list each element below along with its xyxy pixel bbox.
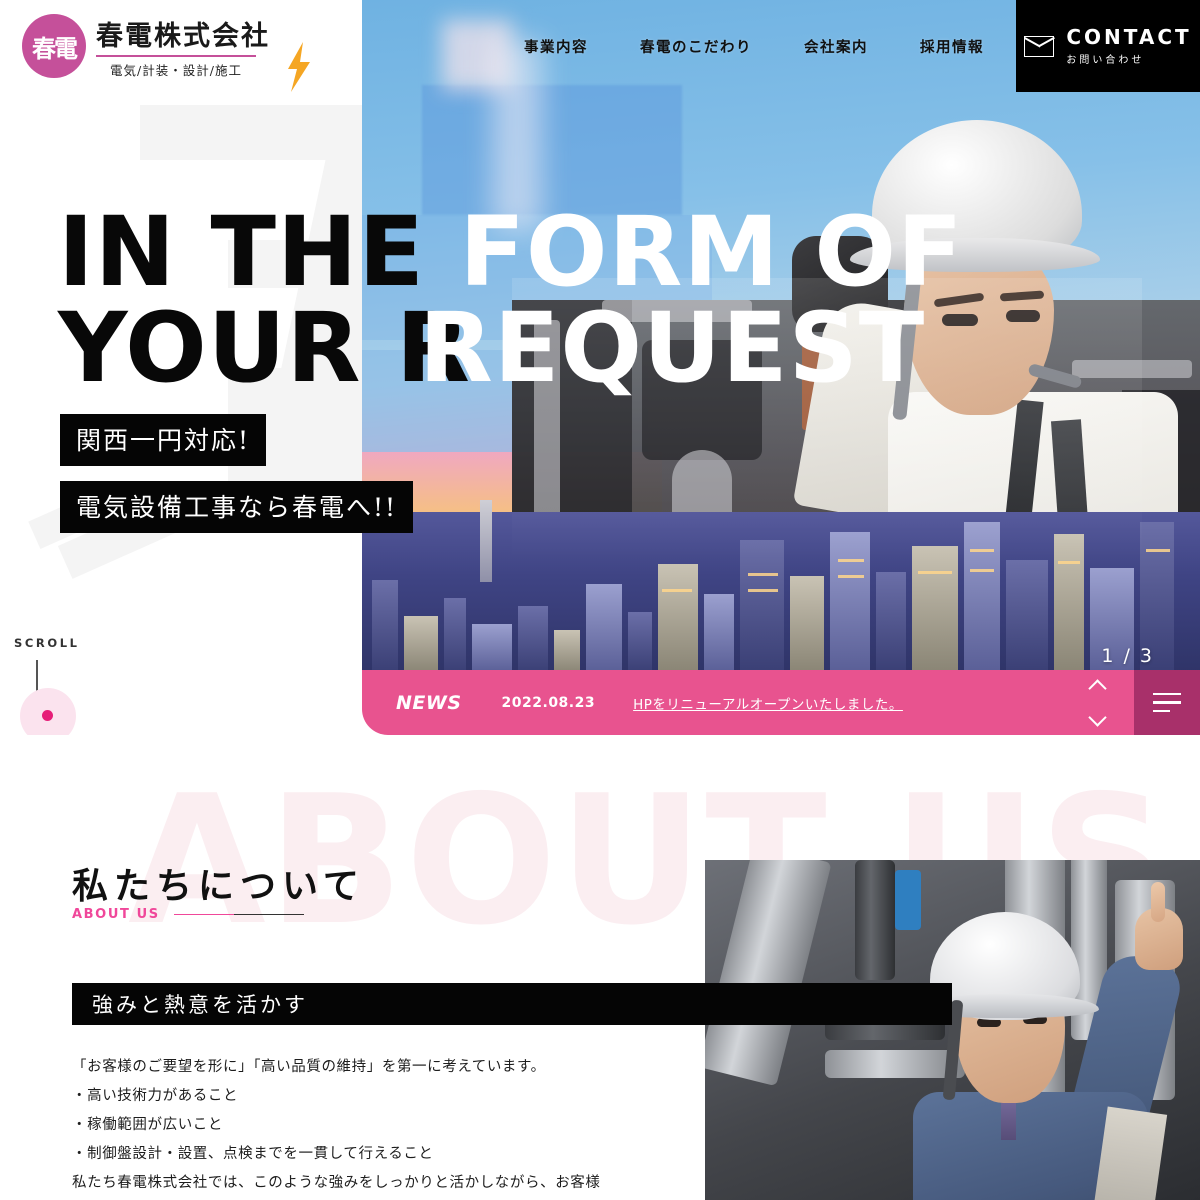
worker-helmet-brim xyxy=(850,238,1100,272)
scroll-dot xyxy=(42,710,53,721)
slide-counter: 1 / 3 xyxy=(1101,645,1154,667)
news-ticker-body: NEWS 2022.08.23 HPをリニューアルオープンいたしました。 xyxy=(362,670,1134,735)
about-section: ABOUT US 私たちについて ABOUT US 強みと熱意を活かす 「お客様… xyxy=(0,735,1200,1200)
news-link[interactable]: HPをリニューアルオープンいたしました。 xyxy=(633,693,903,713)
logo-mark: 春電 xyxy=(22,14,86,79)
site-header: 春電 春電株式会社 電気/計装・設計/施工 事業内容 春電のこだわり 会社案内 … xyxy=(0,0,1200,92)
logo-text-group: 春電株式会社 電気/計装・設計/施工 xyxy=(78,14,310,92)
about-image-main xyxy=(705,860,1200,1200)
chevron-down-icon[interactable] xyxy=(1088,707,1107,727)
hero-inset-photo xyxy=(512,278,1142,561)
chevron-up-icon[interactable] xyxy=(1088,678,1107,698)
contact-title: CONTACT xyxy=(1066,25,1192,49)
about-worker-finger xyxy=(1151,882,1165,922)
about-body-text: 「お客様のご要望を形に」「高い品質の維持」を第一に考えています。 ・高い技術力が… xyxy=(72,1053,612,1200)
logo-mark-text: 春電 xyxy=(32,33,78,63)
news-nav-arrows xyxy=(1088,670,1107,735)
about-heading-bar: 強みと熱意を活かす xyxy=(72,983,952,1025)
contact-button[interactable]: CONTACT お問い合わせ xyxy=(1016,0,1200,92)
nav-item-recruit[interactable]: 採用情報 xyxy=(920,36,984,57)
scroll-indicator: SCROLL xyxy=(14,636,80,735)
about-title-en: ABOUT US xyxy=(72,907,160,922)
nav-item-commitment[interactable]: 春電のこだわり xyxy=(640,36,752,57)
main-navigation: 事業内容 春電のこだわり 会社案内 採用情報 xyxy=(524,0,984,92)
about-title-en-group: ABOUT US xyxy=(72,907,304,922)
about-paragraph: ・高い技術力があること xyxy=(72,1088,239,1104)
about-paragraph: ・制御盤設計・設置、点検までを一貫して行えること xyxy=(72,1146,434,1162)
site-logo[interactable]: 春電 春電株式会社 電気/計装・設計/施工 xyxy=(22,14,310,92)
news-label: NEWS xyxy=(396,691,462,714)
scroll-label: SCROLL xyxy=(14,636,80,650)
news-ticker: NEWS 2022.08.23 HPをリニューアルオープンいたしました。 xyxy=(362,670,1200,735)
hamburger-menu-icon[interactable] xyxy=(1134,670,1200,735)
news-date: 2022.08.23 xyxy=(501,694,596,711)
logo-divider xyxy=(96,55,256,57)
about-paragraph: 私たち春電株式会社では、このような強みをしっかりと活かしながら、お客様のご xyxy=(72,1175,601,1191)
about-paragraph: 「お客様のご要望を形に」「高い品質の維持」を第一に考えています。 xyxy=(72,1059,546,1075)
logo-tagline: 電気/計装・設計/施工 xyxy=(110,62,242,78)
about-paragraph: ・稼働範囲が広いこと xyxy=(72,1117,223,1133)
about-title-ja: 私たちについて xyxy=(72,865,365,907)
contact-button-labels: CONTACT お問い合わせ xyxy=(1066,26,1191,66)
mail-envelope-icon xyxy=(1024,35,1055,57)
contact-subtitle: お問い合わせ xyxy=(1066,55,1145,66)
nav-item-company[interactable]: 会社案内 xyxy=(804,36,868,57)
about-heading-text: 強みと熱意を活かす xyxy=(92,993,308,1017)
nav-item-services[interactable]: 事業内容 xyxy=(524,36,588,57)
logo-company-name: 春電株式会社 xyxy=(96,21,270,52)
hero-section: 1 / 3 IN THE FORM OF YOUR RREQUEST 関西一円対… xyxy=(0,0,1200,735)
about-title-rule xyxy=(173,913,304,916)
